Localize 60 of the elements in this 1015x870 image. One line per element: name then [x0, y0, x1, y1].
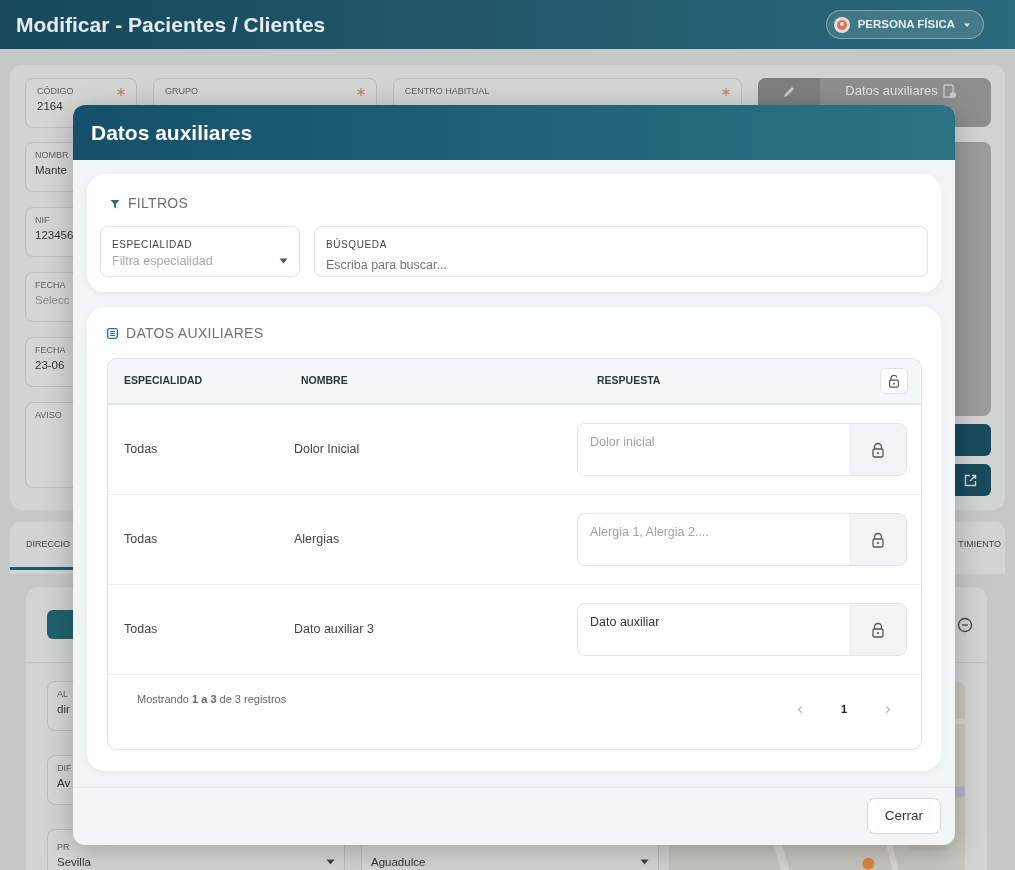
field-label: DIF [57, 763, 72, 775]
table-cell-text: Todas [124, 441, 159, 459]
search-field[interactable]: BÚSQUEDA Escriba para buscar... [314, 226, 928, 277]
list-icon [107, 328, 118, 339]
pencil-icon [782, 85, 797, 99]
field-value: Sevilla [57, 854, 91, 870]
field-value: Aguadulce [371, 854, 426, 870]
field-label: NOMBR [35, 150, 69, 162]
table-cell-text: Todas [124, 531, 159, 549]
lock-all-button[interactable] [880, 368, 908, 394]
caret-icon [963, 21, 971, 28]
field-label: AL [57, 689, 68, 701]
field-placeholder: Selecc [35, 292, 70, 308]
field-label: FECHA [35, 345, 66, 357]
field-label: NIF [35, 215, 50, 227]
minus-circle-icon[interactable] [957, 616, 973, 633]
answer-field[interactable]: Alergia 1, Alergia 2.... [577, 513, 907, 566]
column-header: ESPECIALIDAD [124, 373, 204, 389]
field-value: 23-06 [35, 357, 65, 373]
field-value: 2164 [37, 98, 63, 114]
caret-icon [326, 859, 335, 866]
field-value: Av [57, 775, 71, 791]
field-label: GRUPO [164, 86, 198, 98]
card-title: FILTROS [128, 194, 189, 213]
page-title: Modificar - Pacientes / Clientes [16, 11, 326, 38]
column-header: NOMBRE [301, 373, 349, 389]
tab[interactable]: TIMIENTO [944, 522, 1005, 570]
caret-icon [279, 258, 288, 265]
page-button[interactable]: 1 [840, 701, 847, 718]
search-input[interactable]: Escriba para buscar... [326, 256, 916, 275]
table-cell-text: Alergias [294, 531, 341, 549]
prev-page-icon[interactable] [796, 704, 803, 714]
field-label: CENTRO HABITUAL [404, 86, 490, 98]
field-label: FECHA [35, 280, 66, 292]
field-value: 123456 [35, 227, 74, 243]
records-info: Mostrando 1 a 3 de 3 registros [137, 692, 287, 707]
lock-button[interactable] [849, 514, 906, 565]
field-value: dir [57, 701, 70, 717]
field-value: Mante [35, 162, 67, 178]
close-button[interactable]: Cerrar [866, 798, 941, 834]
next-page-icon[interactable] [885, 704, 891, 714]
field-label: PR [57, 842, 70, 854]
external-link-icon [964, 473, 977, 487]
clipboard-icon [941, 83, 956, 98]
person-type-dropdown[interactable]: PERSONA FÍSICA [825, 9, 984, 40]
specialty-select[interactable]: ESPECIALIDAD Filtra especialidad [100, 226, 300, 277]
filter-icon [110, 198, 120, 209]
table-cell-text: Todas [124, 621, 159, 639]
answer-field[interactable]: Dolor inicial [577, 423, 907, 476]
field-label: CÓDIGO [37, 86, 74, 98]
table-cell-text: Dato auxiliar 3 [294, 621, 375, 639]
table-cell-text: Dolor Inicial [294, 441, 361, 459]
answer-field[interactable]: Dato auxiliar [577, 603, 907, 656]
field-label: AVISO [35, 410, 62, 422]
caret-icon [640, 859, 649, 866]
lock-button[interactable] [849, 604, 906, 655]
card-title: DATOS AUXILIARES [126, 324, 264, 343]
user-icon [833, 16, 850, 33]
lock-button[interactable] [849, 424, 906, 475]
column-header: RESPUESTA [597, 373, 662, 389]
